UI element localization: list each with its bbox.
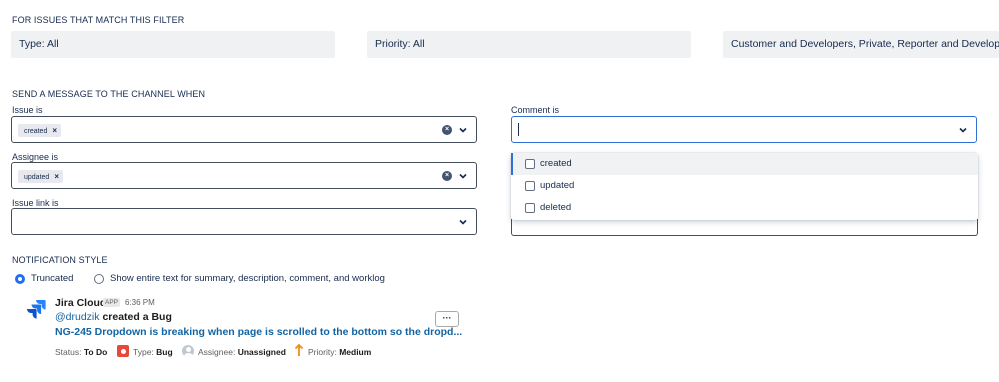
sender-name[interactable]: Jira Cloud: [55, 297, 106, 309]
priority-filter[interactable]: Priority: All: [367, 31, 691, 58]
status-meta: Status: To Do: [55, 347, 107, 357]
filter-section-title: FOR ISSUES THAT MATCH THIS FILTER: [12, 15, 185, 25]
status-value: To Do: [83, 347, 108, 357]
priority-value: Medium: [339, 347, 372, 357]
chevron-down-icon[interactable]: [458, 125, 468, 135]
option-updated[interactable]: updated: [511, 175, 978, 197]
checkbox[interactable]: [525, 203, 535, 213]
issue-link-is-label: Issue link is: [12, 198, 59, 208]
comment-options-menu: created updated deleted: [511, 153, 978, 220]
chevron-down-icon[interactable]: [458, 217, 468, 227]
priority-arrow-up-icon: [294, 344, 304, 356]
style-section-title: NOTIFICATION STYLE: [12, 255, 108, 265]
jira-logo-icon: [27, 300, 46, 319]
option-label: created: [540, 158, 572, 169]
type-label: Type:: [133, 347, 154, 357]
issue-is-label: Issue is: [12, 105, 43, 115]
clear-icon[interactable]: ×: [442, 125, 452, 135]
text-caret: [518, 123, 519, 136]
type-meta: Type: Bug: [133, 347, 173, 357]
chip-remove-icon[interactable]: ×: [54, 172, 59, 181]
truncated-label[interactable]: Truncated: [31, 273, 73, 284]
chip-remove-icon[interactable]: ×: [52, 126, 57, 135]
assignee-meta: Assignee: Unassigned: [198, 347, 286, 357]
chevron-down-icon[interactable]: [458, 171, 468, 181]
chip-label: updated: [24, 174, 50, 181]
truncated-radio[interactable]: [15, 274, 25, 284]
issue-created-chip: created ×: [18, 124, 62, 137]
assignee-value: Unassigned: [237, 347, 286, 357]
chip-label: created: [24, 128, 48, 135]
option-label: deleted: [540, 202, 572, 213]
option-deleted[interactable]: deleted: [511, 197, 978, 219]
full-text-radio[interactable]: [94, 274, 104, 284]
assignee-updated-chip: updated ×: [18, 170, 63, 183]
assignee-is-label: Assignee is: [12, 152, 59, 162]
user-mention[interactable]: @drudzik: [55, 311, 100, 323]
more-actions-button[interactable]: ···: [435, 311, 459, 327]
message-action: @drudzik created a Bug: [55, 311, 172, 323]
chevron-down-icon[interactable]: [958, 125, 968, 135]
checkbox[interactable]: [525, 159, 535, 169]
priority-label: Priority:: [308, 347, 337, 357]
covered-field-edge: [511, 219, 978, 236]
option-label: updated: [540, 180, 575, 191]
message-time[interactable]: 6:36 PM: [125, 298, 155, 307]
priority-meta: Priority: Medium: [308, 347, 371, 357]
option-created[interactable]: created: [511, 153, 978, 175]
issue-link-is-select[interactable]: [11, 208, 477, 235]
assignee-label: Assignee:: [198, 347, 236, 357]
checkbox[interactable]: [525, 181, 535, 191]
bug-icon: [117, 345, 129, 357]
avatar: [182, 345, 194, 357]
type-value: Bug: [156, 347, 173, 357]
comment-is-label: Comment is: [511, 105, 560, 115]
issue-is-select[interactable]: created × ×: [11, 116, 477, 143]
status-label: Status:: [55, 347, 82, 357]
visibility-filter[interactable]: Customer and Developers, Private, Report…: [723, 31, 999, 58]
comment-is-select[interactable]: [511, 116, 977, 143]
send-section-title: SEND A MESSAGE TO THE CHANNEL WHEN: [12, 89, 206, 99]
action-text: created a Bug: [102, 311, 172, 323]
clear-icon[interactable]: ×: [442, 171, 452, 181]
issue-link[interactable]: NG-245 Dropdown is breaking when page is…: [55, 326, 462, 338]
app-badge: APP: [103, 298, 121, 307]
type-filter[interactable]: Type: All: [11, 31, 335, 58]
assignee-is-select[interactable]: updated × ×: [11, 162, 477, 189]
full-text-label[interactable]: Show entire text for summary, descriptio…: [110, 273, 385, 284]
